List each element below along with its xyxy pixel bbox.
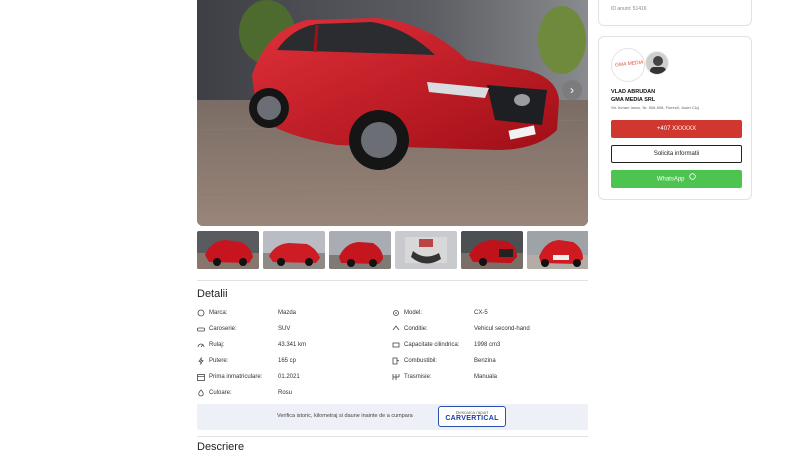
seller-card: GMA MEDIA VLAD ABRUDAN GMA MEDIA SRL Str… — [598, 36, 752, 200]
detail-label: Trasmisie: — [404, 374, 432, 380]
gallery-thumbnails — [197, 231, 588, 269]
seller-name: VLAD ABRUDAN — [611, 89, 656, 95]
phone-button-label: +407 XXXXXX — [656, 126, 697, 132]
carvertical-text: Verifica istoric, kilometraj si daune in… — [277, 413, 413, 419]
detail-value: Benzina — [474, 358, 496, 364]
detail-value: Vehicul second-hand — [474, 326, 530, 332]
odometer-icon — [197, 341, 205, 349]
divider — [197, 280, 588, 281]
whatsapp-button[interactable]: WhatsApp — [611, 170, 742, 188]
calendar-icon — [197, 373, 205, 381]
ad-id-label: ID anunt: 51416 — [611, 6, 647, 12]
detail-label: Prima inmatriculare: — [209, 374, 263, 380]
car-photo-image — [197, 0, 588, 226]
detail-value: 165 cp — [278, 358, 297, 364]
detail-label-row: Rulaj: — [197, 338, 224, 352]
detail-label-row: Model: — [392, 306, 422, 320]
detail-label: Conditie: — [404, 326, 428, 332]
main-listing-photo[interactable]: › — [197, 0, 588, 226]
detail-value: Rosu — [278, 390, 293, 396]
engine-icon — [392, 341, 400, 349]
carvertical-logo: CARVERTICAL — [445, 415, 499, 422]
detail-label-row: Conditie: — [392, 322, 428, 336]
power-icon — [197, 357, 205, 365]
detail-label-row: Marca: — [197, 306, 227, 320]
detail-label-row: Capacitate cilindrica: — [392, 338, 459, 352]
description-heading: Descriere — [197, 441, 245, 450]
details-heading: Detalii — [197, 288, 228, 300]
tag-icon — [197, 309, 205, 317]
detail-label: Model: — [404, 310, 423, 316]
detail-label-row: Caroserie: — [197, 322, 237, 336]
gallery-thumbnail[interactable] — [263, 231, 325, 269]
carvertical-banner: Verifica istoric, kilometraj si daune in… — [197, 404, 588, 430]
detail-value: SUV — [278, 326, 291, 332]
detail-label: Caroserie: — [209, 326, 237, 332]
whatsapp-button-label: WhatsApp — [656, 176, 685, 183]
detail-value: CX-5 — [474, 310, 488, 316]
gallery-thumbnail[interactable] — [197, 231, 259, 269]
seller-company: GMA MEDIA SRL — [611, 97, 656, 103]
detail-label-row: Putere: — [197, 354, 228, 368]
show-phone-button[interactable]: +407 XXXXXX — [611, 120, 742, 138]
detail-label: Putere: — [209, 358, 229, 364]
whatsapp-icon — [689, 170, 696, 188]
detail-label: Culoare: — [209, 390, 232, 396]
detail-value: 43.341 km — [278, 342, 307, 348]
detail-label: Rulaj: — [209, 342, 225, 348]
gallery-thumbnail[interactable] — [527, 231, 588, 269]
request-info-button[interactable]: Solicita informatii — [611, 145, 742, 163]
seller-avatar — [645, 51, 669, 75]
gear-icon — [392, 309, 400, 317]
dealer-logo-text: GMA MEDIA — [614, 59, 644, 69]
transmission-icon — [392, 373, 400, 381]
divider — [197, 436, 588, 437]
detail-value: Mazda — [278, 310, 297, 316]
gallery-next-button[interactable]: › — [562, 80, 582, 100]
detail-value: Manuala — [474, 374, 498, 380]
gallery-thumbnail[interactable] — [461, 231, 523, 269]
paint-icon — [197, 389, 205, 397]
detail-value: 1998 cm3 — [474, 342, 501, 348]
detail-label-row: Trasmisie: — [392, 370, 431, 384]
chevron-right-icon: › — [570, 83, 574, 97]
detail-value: 01.2021 — [278, 374, 300, 380]
gallery-thumbnail[interactable] — [329, 231, 391, 269]
listing-id-card: ID anunt: 51416 — [598, 0, 752, 26]
condition-icon — [392, 325, 400, 333]
fuel-icon — [392, 357, 400, 365]
dealer-logo[interactable]: GMA MEDIA — [611, 48, 645, 82]
carvertical-report-button[interactable]: Descarca raport CARVERTICAL — [438, 406, 506, 427]
car-body-icon — [197, 325, 205, 333]
info-button-label: Solicita informatii — [653, 151, 700, 157]
seller-address: Str. Avram Iancu, Nr. 506-508, Floresti,… — [611, 105, 699, 110]
detail-label: Marca: — [209, 310, 228, 316]
gallery-thumbnail[interactable] — [395, 231, 457, 269]
detail-label-row: Combustibil: — [392, 354, 437, 368]
detail-label: Capacitate cilindrica: — [404, 342, 460, 348]
detail-label-row: Prima inmatriculare: — [197, 370, 262, 384]
detail-label-row: Culoare: — [197, 386, 232, 400]
detail-label: Combustibil: — [404, 358, 438, 364]
